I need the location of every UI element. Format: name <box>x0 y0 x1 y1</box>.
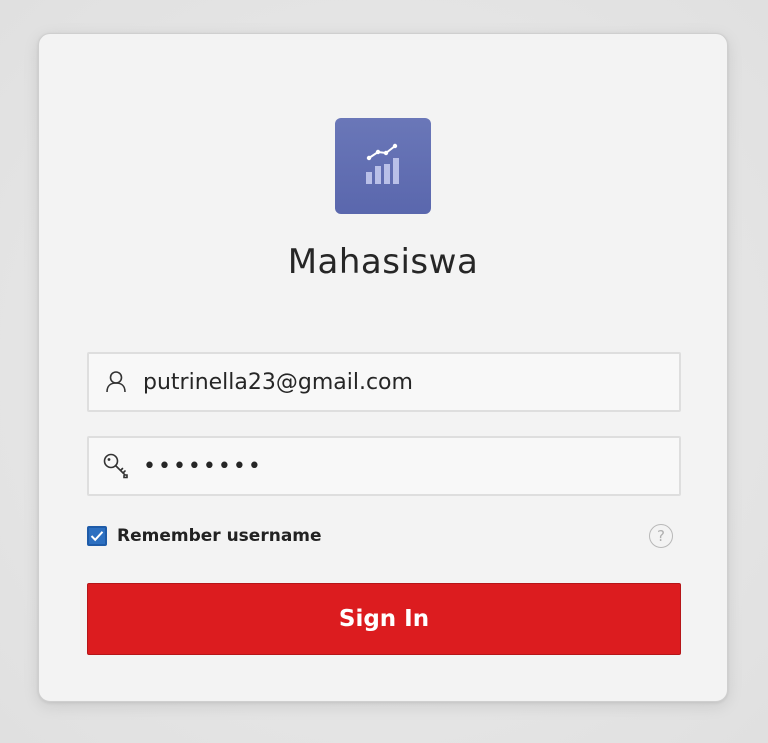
password-field[interactable] <box>87 436 681 496</box>
app-title: Mahasiswa <box>287 242 479 282</box>
login-card: Mahasiswa putrinella23@gmail.com •••••••… <box>38 33 728 702</box>
remember-label[interactable]: Remember username <box>117 526 322 546</box>
remember-checkbox[interactable] <box>87 526 107 546</box>
username-field[interactable] <box>87 352 681 412</box>
password-input[interactable] <box>143 453 663 479</box>
user-icon <box>89 370 143 394</box>
checkmark-icon <box>90 531 104 542</box>
sign-in-button[interactable]: Sign In <box>87 583 681 655</box>
help-icon[interactable]: ? <box>649 524 673 548</box>
key-icon <box>89 453 143 479</box>
remember-row: Remember username <box>87 526 322 546</box>
chart-growth-icon <box>366 143 399 184</box>
username-input[interactable] <box>143 369 663 395</box>
app-logo <box>335 118 431 214</box>
login-page: Mahasiswa putrinella23@gmail.com •••••••… <box>0 0 768 743</box>
